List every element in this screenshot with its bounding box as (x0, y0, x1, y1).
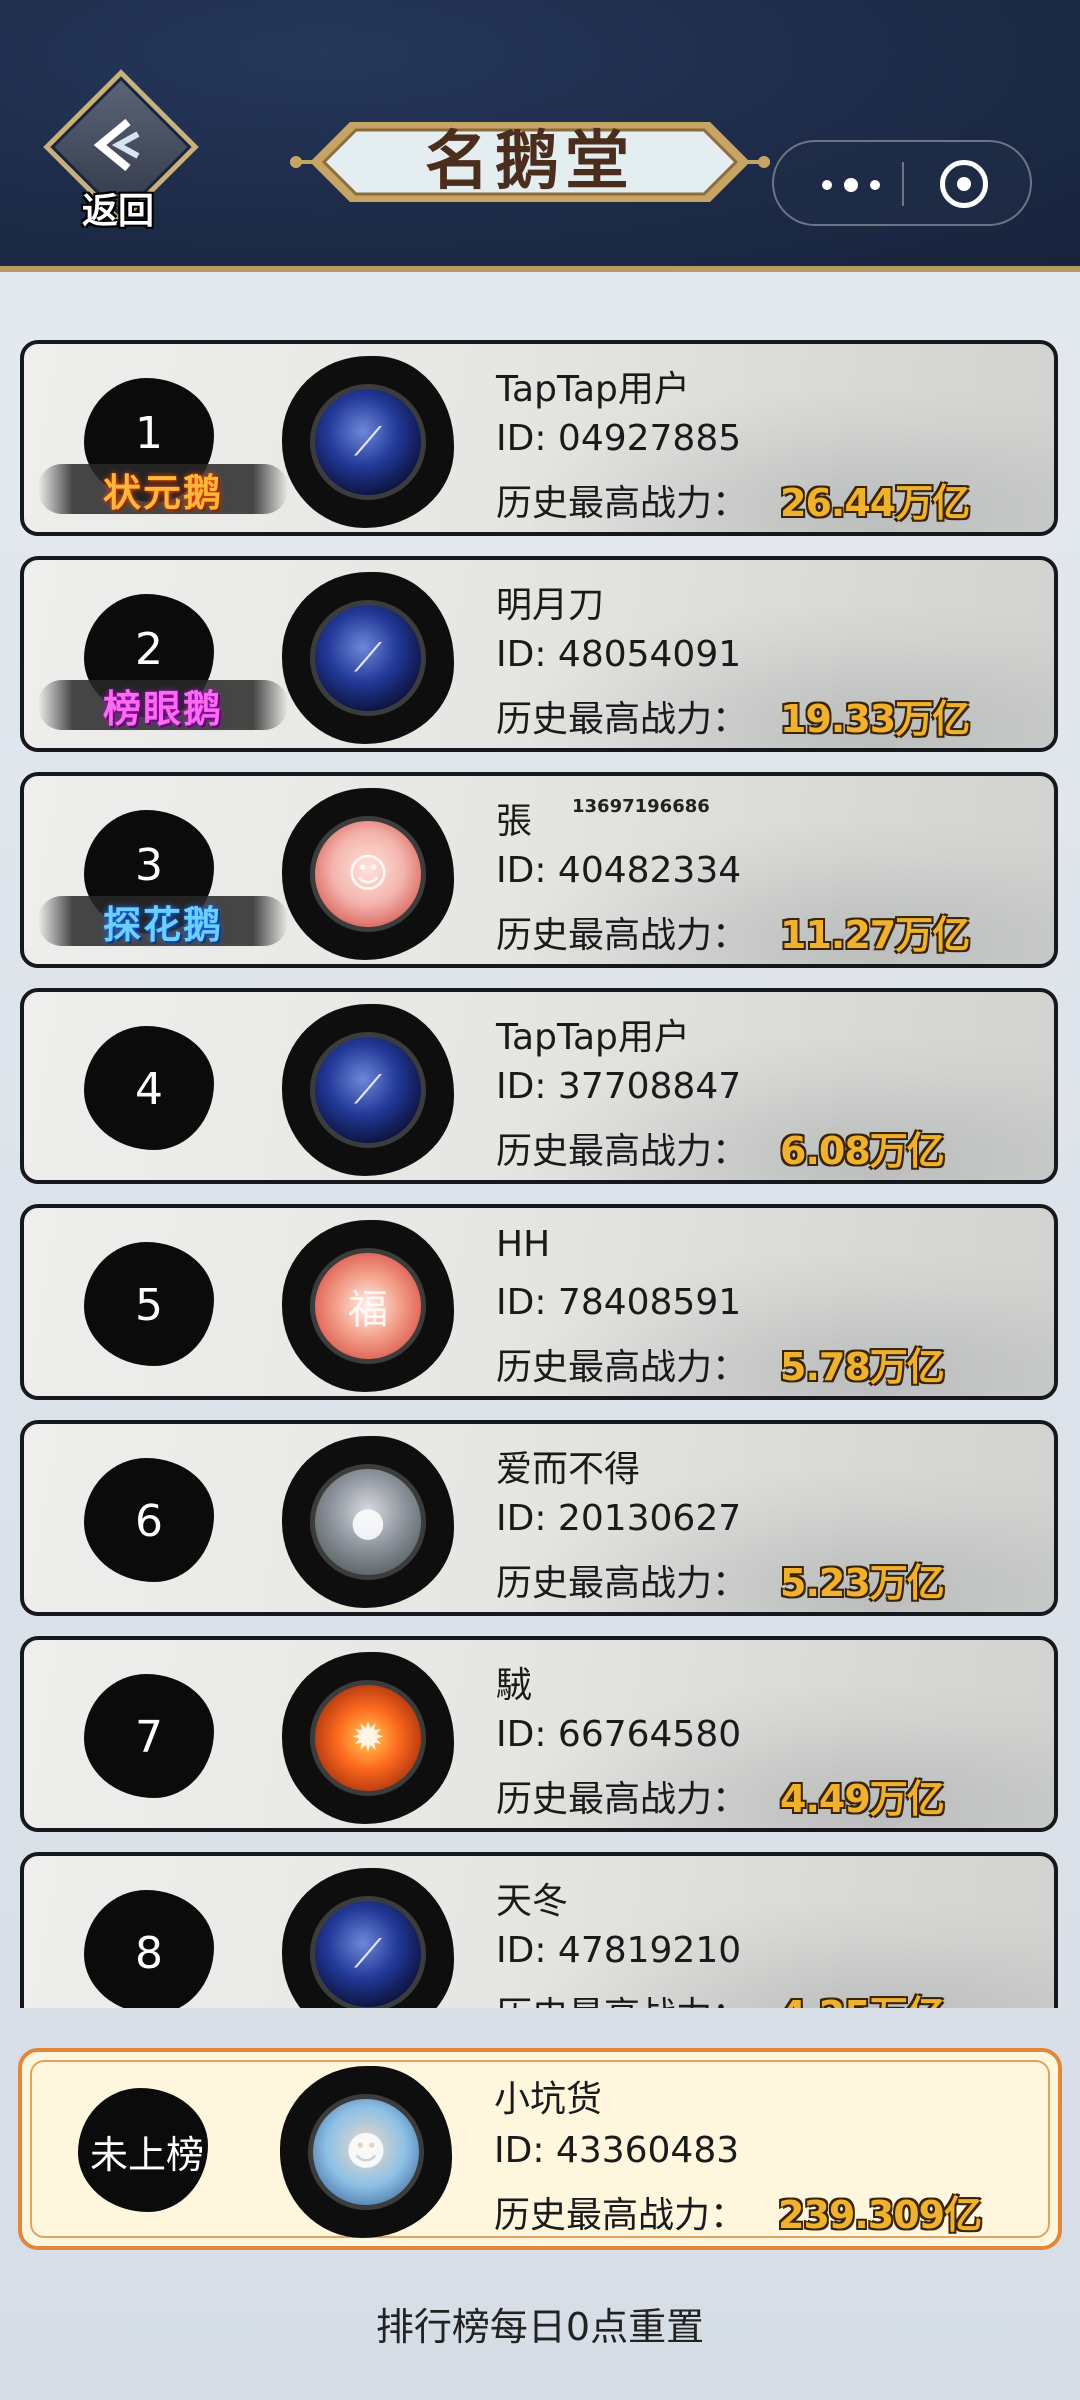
player-id: ID: 78408591 (496, 1282, 742, 1323)
rank-number: 7 (135, 1712, 163, 1763)
power-value: 26.44万亿 (780, 481, 970, 525)
miniprogram-capsule (772, 140, 1032, 226)
power-label: 历史最高战力： (496, 1779, 749, 1820)
red-rabbit-icon: 福 (348, 1287, 388, 1333)
my-id: ID: 43360483 (494, 2130, 740, 2171)
leaderboard-list[interactable]: 1 状元鹅 ⟋ TapTap用户 ID: 04927885 历史最高战力： 26… (0, 272, 1080, 2008)
player-name: TapTap用户 (496, 369, 690, 410)
blue-feather-icon: ⟋ (354, 419, 382, 465)
page-title: 名鹅堂 (425, 124, 635, 199)
player-name: 明月刀 (496, 585, 605, 626)
blue-feather-icon: ⟋ (354, 635, 382, 681)
rank-number: 2 (135, 624, 163, 675)
player-id: ID: 66764580 (496, 1714, 742, 1755)
power-value: 4.25万亿 (780, 1984, 945, 2008)
player-id: ID: 20130627 (496, 1498, 742, 1539)
power-label: 历史最高战力： (496, 1563, 749, 1604)
power-value: 5.78万亿 (780, 1345, 945, 1389)
name-tag: 13697196686 (572, 796, 710, 817)
avatar: ⟋ (310, 600, 426, 716)
power-value: 6.08万亿 (780, 1129, 945, 1173)
my-name: 小坑货 (494, 2079, 603, 2120)
player-name: HH (496, 1224, 551, 1265)
blue-feather-icon: ⟋ (354, 1067, 382, 1113)
rank-number: 3 (135, 840, 163, 891)
title-plate: 名鹅堂 (290, 106, 770, 218)
rank-card-5[interactable]: 5 福 HH ID: 78408591 历史最高战力： 5.78万亿 (20, 1204, 1058, 1400)
cartoon-couple-icon: ☺ (347, 851, 389, 897)
rank-card-3[interactable]: 3 探花鹅 ☺ 張 13697196686 ID: 40482334 历史最高战… (20, 772, 1058, 968)
capsule-divider (902, 162, 904, 206)
target-circle-icon[interactable] (940, 160, 988, 208)
avatar: ⟋ (310, 1896, 426, 2008)
power-label: 历史最高战力： (496, 1986, 748, 2008)
power-value: 19.33万亿 (780, 697, 970, 741)
power-label: 历史最高战力： (496, 699, 749, 740)
power-value: 4.49万亿 (780, 1777, 945, 1821)
rank-title: 状元鹅 (102, 470, 223, 515)
power-value: 11.27万亿 (780, 913, 970, 957)
rank-number: 8 (135, 1928, 163, 1979)
rank-title: 榜眼鹅 (102, 686, 223, 731)
penguin-icon: ● (350, 1499, 386, 1545)
power-label: 历史最高战力： (496, 915, 749, 956)
avatar: ☻ (308, 2094, 424, 2210)
back-arrow-icon (93, 118, 140, 172)
power-label: 历史最高战力： (496, 1131, 749, 1172)
rank-card-8[interactable]: 8 ⟋ 天冬 ID: 47819210 历史最高战力： 4.25万亿 (20, 1852, 1058, 2008)
power-label: 历史最高战力： (496, 483, 749, 524)
player-name: 駥 (496, 1665, 533, 1706)
header-bar: 返回 名鹅堂 (0, 0, 1080, 272)
my-rank-card[interactable]: 未上榜 ☻ 小坑货 ID: 43360483 历史最高战力： 239.309亿 (18, 2048, 1062, 2250)
avatar: 福 (310, 1248, 426, 1364)
power-label: 历史最高战力： (496, 1347, 749, 1388)
rank-card-4[interactable]: 4 ⟋ TapTap用户 ID: 37708847 历史最高战力： 6.08万亿 (20, 988, 1058, 1184)
player-name: TapTap用户 (496, 1017, 690, 1058)
back-label: 返回 (81, 190, 154, 232)
fire-beast-icon: ✹ (351, 1715, 385, 1761)
avatar: ● (310, 1464, 426, 1580)
family-photo-icon: ☻ (345, 2129, 387, 2175)
rank-card-2[interactable]: 2 榜眼鹅 ⟋ 明月刀 ID: 48054091 历史最高战力： 19.33万亿 (20, 556, 1058, 752)
player-name: 天冬 (496, 1881, 569, 1922)
player-id: ID: 47819210 (496, 1930, 742, 1971)
rank-card-1[interactable]: 1 状元鹅 ⟋ TapTap用户 ID: 04927885 历史最高战力： 26… (20, 340, 1058, 536)
reset-notice: 排行榜每日0点重置 (375, 2305, 705, 2349)
rank-number: 5 (135, 1280, 163, 1331)
back-button[interactable]: 返回 (38, 69, 199, 238)
blue-feather-icon: ⟋ (354, 1931, 382, 1977)
more-dots-icon[interactable] (812, 162, 912, 206)
my-rank-status: 未上榜 (89, 2133, 204, 2177)
my-power-value: 239.309亿 (778, 2193, 982, 2237)
player-name: 爱而不得 (496, 1449, 641, 1490)
rank-title: 探花鹅 (102, 902, 223, 947)
rank-number: 6 (135, 1496, 163, 1547)
rank-number: 4 (135, 1064, 163, 1115)
avatar: ⟋ (310, 1032, 426, 1148)
avatar: ☺ (310, 816, 426, 932)
power-label: 历史最高战力： (494, 2195, 747, 2236)
rank-number: 1 (135, 408, 163, 459)
player-name: 張 (496, 801, 533, 842)
player-id: ID: 40482334 (496, 850, 742, 891)
avatar: ⟋ (310, 384, 426, 500)
power-value: 5.23万亿 (780, 1561, 945, 1605)
player-id: ID: 37708847 (496, 1066, 742, 1107)
player-id: ID: 04927885 (496, 418, 742, 459)
rank-card-6[interactable]: 6 ● 爱而不得 ID: 20130627 历史最高战力： 5.23万亿 (20, 1420, 1058, 1616)
avatar: ✹ (310, 1680, 426, 1796)
player-id: ID: 48054091 (496, 634, 742, 675)
rank-card-7[interactable]: 7 ✹ 駥 ID: 66764580 历史最高战力： 4.49万亿 (20, 1636, 1058, 1832)
